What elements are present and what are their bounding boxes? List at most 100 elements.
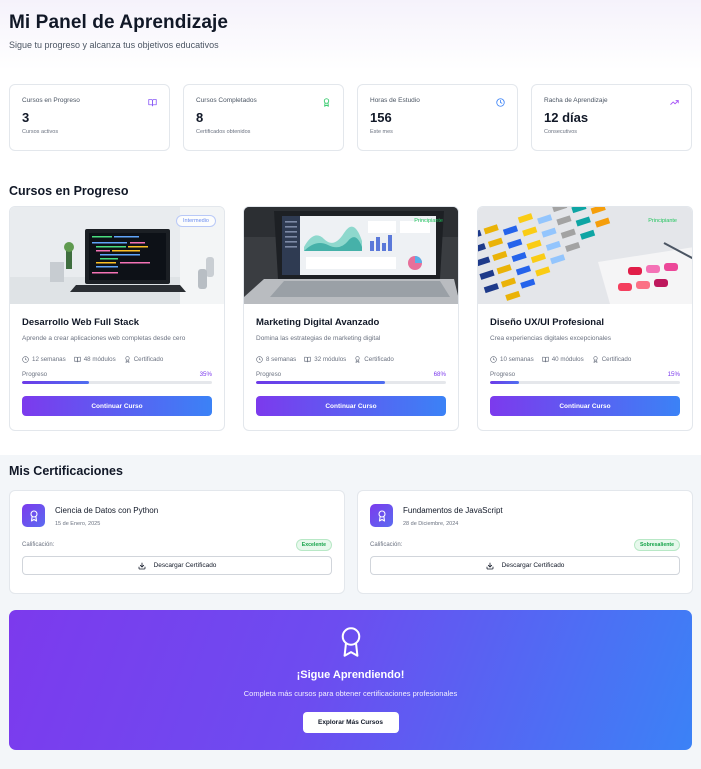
stats-row: Cursos en Progreso 3 Cursos activos Curs… [9, 84, 692, 151]
grade-label: Calificación: [370, 542, 403, 548]
course-title: Diseño UX/UI Profesional [490, 317, 605, 328]
stat-value: 12 días [544, 110, 589, 125]
continue-course-button[interactable]: Continuar Curso [22, 396, 212, 416]
progress-bar [22, 381, 212, 384]
course-title: Desarrollo Web Full Stack [22, 317, 140, 328]
award-icon [370, 504, 393, 527]
cta-title: ¡Sigue Aprendiendo! [296, 669, 405, 681]
course-modules: 48 módulos [73, 356, 116, 363]
course-description: Domina las estrategias de marketing digi… [256, 335, 381, 342]
download-label: Descargar Certificado [153, 562, 217, 569]
stat-sub: Este mes [370, 129, 393, 135]
course-certificate-text: Certificado [133, 356, 164, 363]
progress-percent: 15% [667, 371, 680, 378]
stat-card-streak: Racha de Aprendizaje 12 días Consecutivo… [531, 84, 692, 151]
keep-learning-banner: ¡Sigue Aprendiendo! Completa más cursos … [9, 610, 692, 750]
course-meta: 12 semanas 48 módulos Certificado [22, 356, 212, 363]
course-weeks: 10 semanas [500, 356, 534, 363]
certificate-name: Ciencia de Datos con Python [55, 506, 159, 515]
grade-badge: Sobresaliente [633, 539, 680, 551]
course-modules-text: 32 módulos [314, 356, 347, 363]
stat-card-hours: Horas de Estudio 156 Este mes [357, 84, 518, 151]
stat-label: Cursos en Progreso [22, 97, 80, 104]
course-certificate: Certificado [124, 356, 164, 363]
clock-icon [496, 98, 505, 107]
cta-text: Completa más cursos para obtener certifi… [243, 689, 458, 698]
progress-percent: 68% [433, 371, 446, 378]
certificate-name: Fundamentos de JavaScript [403, 506, 503, 515]
page-subtitle: Sigue tu progreso y alcanza tus objetivo… [9, 40, 219, 50]
progress-bar [490, 381, 680, 384]
courses-section-title: Cursos en Progreso [9, 184, 129, 198]
course-level-badge: Principiante [414, 218, 443, 224]
progress-row: Progreso 15% [490, 371, 680, 378]
course-modules-text: 48 módulos [83, 356, 116, 363]
stat-sub: Consecutivos [544, 129, 578, 135]
continue-course-button[interactable]: Continuar Curso [490, 396, 680, 416]
progress-label: Progreso [22, 371, 48, 378]
courses-grid: Intermedio Desarrollo Web Full Stack Apr… [9, 206, 693, 431]
stat-value: 3 [22, 110, 30, 125]
award-icon [22, 504, 45, 527]
course-weeks: 8 semanas [266, 356, 297, 363]
download-certificate-button[interactable]: Descargar Certificado [370, 556, 680, 575]
course-image-laptop-code: Intermedio [10, 207, 224, 304]
course-duration: 10 semanas [490, 356, 534, 363]
progress-row: Progreso 35% [22, 371, 212, 378]
course-card: Principiante Marketing Digital Avanzado … [243, 206, 459, 431]
course-image-color-swatches: Principiante [478, 207, 692, 304]
progress-fill [256, 381, 386, 384]
course-certificate: Certificado [354, 356, 394, 363]
award-icon [125, 356, 130, 363]
stat-card-completed: Cursos Completados 8 Certificados obteni… [183, 84, 344, 151]
course-certificate-text: Certificado [364, 356, 394, 363]
certificate-card: Ciencia de Datos con Python 15 de Enero,… [9, 490, 345, 594]
book-open-icon [148, 99, 157, 107]
stat-value: 8 [196, 110, 204, 125]
course-weeks: 12 semanas [32, 356, 66, 363]
course-modules: 32 módulos [304, 356, 346, 363]
course-duration: 12 semanas [22, 356, 66, 363]
certificate-date: 28 de Diciembre, 2024 [403, 521, 459, 527]
grade-badge: Excelente [295, 539, 332, 551]
course-modules: 40 módulos [541, 356, 584, 363]
stat-card-in-progress: Cursos en Progreso 3 Cursos activos [9, 84, 170, 151]
page-title: Mi Panel de Aprendizaje [9, 12, 229, 33]
continue-course-button[interactable]: Continuar Curso [256, 396, 446, 416]
stat-value: 156 [370, 110, 392, 125]
page-header: Mi Panel de Aprendizaje Sigue tu progres… [9, 0, 692, 82]
course-level-badge: Principiante [648, 218, 677, 224]
stat-sub: Cursos activos [22, 129, 59, 135]
progress-bar [256, 381, 446, 384]
certificate-date: 15 de Enero, 2025 [55, 521, 101, 527]
award-icon [341, 627, 360, 657]
download-icon [138, 562, 145, 569]
award-icon [323, 98, 330, 107]
course-duration: 8 semanas [256, 356, 296, 363]
course-meta: 10 semanas 40 módulos Certificado [490, 356, 680, 363]
certifications-grid: Ciencia de Datos con Python 15 de Enero,… [9, 490, 693, 594]
download-icon [486, 562, 493, 569]
explore-courses-button[interactable]: Explorar Más Cursos [302, 712, 399, 733]
book-open-icon [73, 356, 81, 363]
trending-up-icon [670, 100, 679, 105]
course-description: Aprende a crear aplicaciones web complet… [22, 335, 186, 342]
course-image-dashboard: Principiante [244, 207, 458, 304]
download-certificate-button[interactable]: Descargar Certificado [22, 556, 332, 575]
stat-label: Horas de Estudio [370, 97, 420, 104]
course-title: Marketing Digital Avanzado [256, 317, 380, 328]
book-open-icon [304, 356, 312, 363]
stat-label: Cursos Completados [196, 97, 257, 104]
course-certificate: Certificado [592, 356, 632, 363]
clock-icon [490, 356, 497, 363]
progress-fill [490, 381, 519, 384]
course-card: Principiante Diseño UX/UI Profesional Cr… [477, 206, 693, 431]
grade-label: Calificación: [22, 542, 55, 548]
course-certificate-text: Certificado [601, 356, 632, 363]
progress-percent: 35% [199, 371, 212, 378]
download-label: Descargar Certificado [501, 562, 565, 569]
course-modules-text: 40 módulos [551, 356, 584, 363]
award-icon [355, 356, 360, 363]
course-description: Crea experiencias digitales excepcionale… [490, 335, 612, 342]
progress-fill [22, 381, 89, 384]
